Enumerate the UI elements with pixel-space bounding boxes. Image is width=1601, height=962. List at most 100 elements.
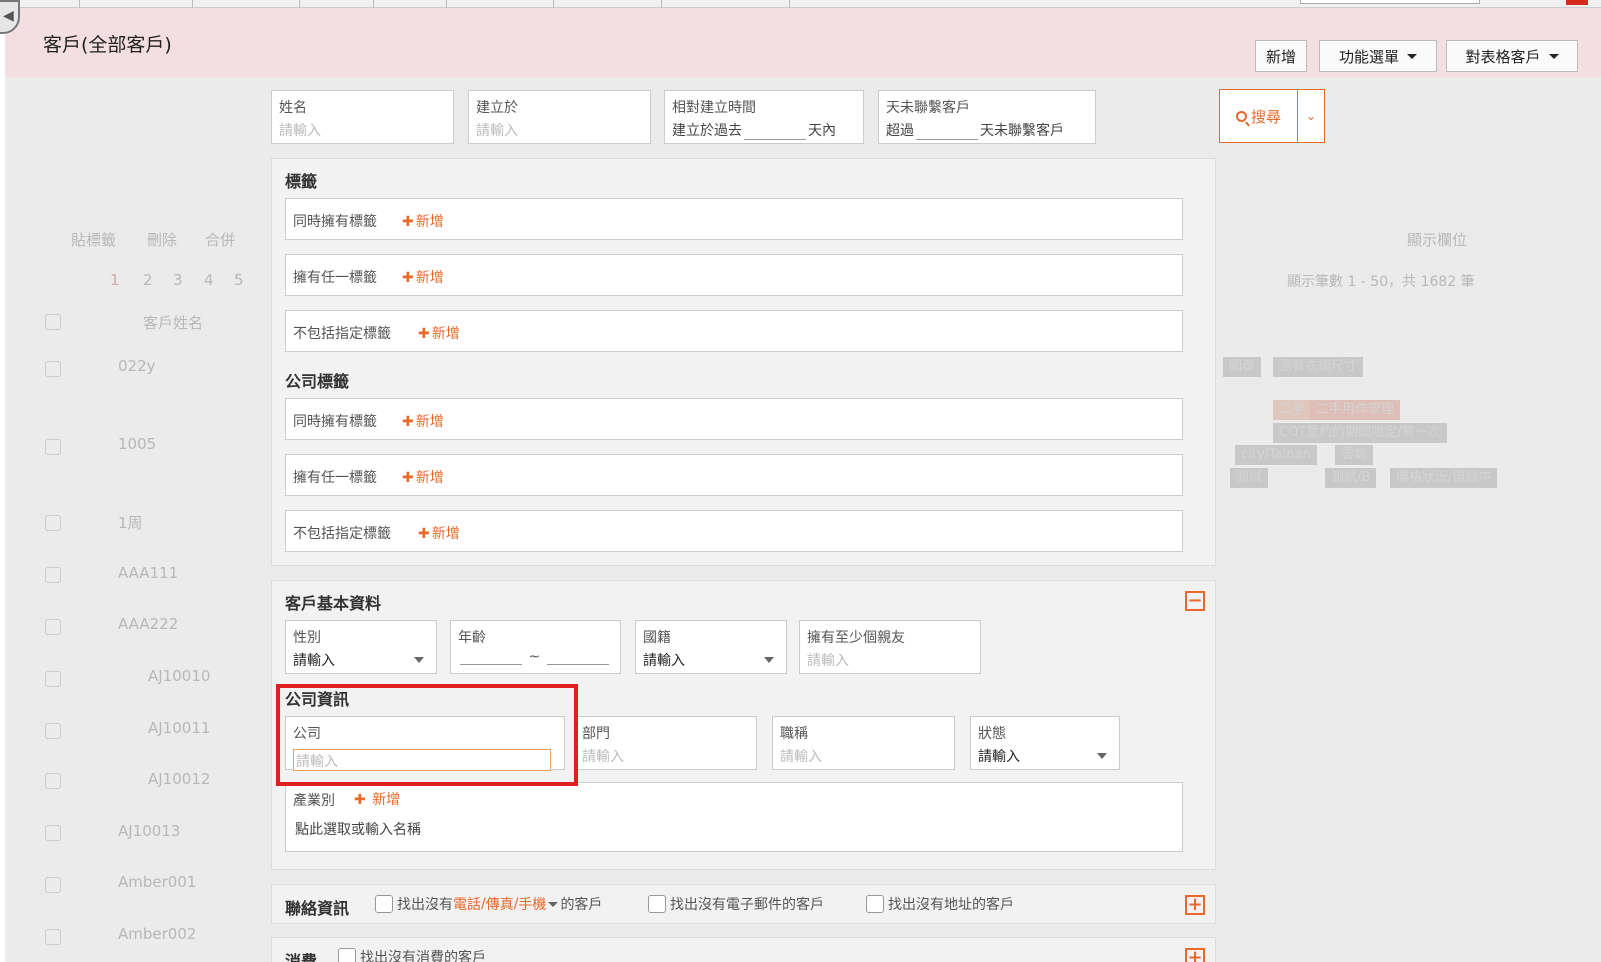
industry-filter[interactable]: 產業別 ✚ 新增 點此選取或輸入名稱 — [285, 782, 1183, 852]
add-button-label: 新增 — [1266, 47, 1297, 66]
job-title-filter[interactable]: 職稱 請輸入 — [772, 716, 955, 770]
add-tag-label: 新增 — [415, 470, 444, 486]
age-min-input[interactable] — [460, 651, 522, 665]
caret-down-icon — [1407, 53, 1417, 59]
basic-info-title: 客戶基本資料 — [285, 594, 382, 613]
add-tag-link[interactable]: ✚ 新增 — [402, 267, 444, 287]
plus-icon: ✚ — [402, 470, 414, 486]
tag-row-label: 擁有任一標籤 — [293, 270, 377, 286]
no-spending-checkbox[interactable] — [338, 948, 356, 962]
company-tag-row-exclude[interactable]: 不包括指定標籤 ✚ 新增 — [285, 510, 1183, 552]
no-phone-option[interactable]: 找出沒有 電話 / 傳真 / 手機 的客戶 — [375, 894, 602, 914]
add-tag-link[interactable]: ✚ 新增 — [402, 467, 444, 487]
add-tag-label: 新增 — [415, 214, 444, 230]
mobile-option[interactable]: 手機 — [518, 894, 546, 914]
function-menu-button[interactable]: 功能選單 — [1319, 40, 1437, 72]
company-tag-row-any[interactable]: 擁有任一標籤 ✚ 新增 — [285, 454, 1183, 496]
caret-down-icon[interactable] — [548, 901, 559, 907]
tag-row-exclude[interactable]: 不包括指定標籤 ✚ 新增 — [285, 310, 1183, 352]
compare-customers-button[interactable]: 對表格客戶 — [1446, 40, 1578, 72]
industry-label: 產業別 — [293, 793, 335, 809]
created-filter[interactable]: 建立於 請輸入 — [468, 90, 651, 144]
department-label: 部門 — [582, 726, 610, 742]
search-button-group: 搜尋 ⌄ — [1219, 89, 1325, 143]
department-input[interactable]: 請輸入 — [582, 746, 624, 766]
name-filter-label: 姓名 — [279, 100, 307, 116]
job-title-input[interactable]: 請輸入 — [780, 746, 822, 766]
nationality-select[interactable]: 國籍 請輸入 — [635, 620, 787, 674]
relative-created-row: 建立於過去 天內 — [672, 120, 836, 140]
search-label: 搜尋 — [1250, 107, 1281, 126]
gender-value: 請輸入 — [293, 653, 335, 669]
add-button[interactable]: 新增 — [1255, 40, 1307, 72]
add-tag-link[interactable]: ✚ 新增 — [418, 323, 460, 343]
top-search-box[interactable] — [1300, 0, 1480, 4]
caret-down-icon — [764, 657, 774, 663]
tags-section: 標籤 同時擁有標籤 ✚ 新增 擁有任一標籤 ✚ 新增 不包括指定標籤 ✚ 新增 公司標… — [271, 158, 1216, 566]
no-phone-prefix: 找出沒有 — [397, 897, 453, 913]
department-filter[interactable]: 部門 請輸入 — [574, 716, 757, 770]
phone-option[interactable]: 電話 — [453, 894, 481, 914]
caret-down-icon — [414, 657, 424, 663]
add-tag-link[interactable]: ✚ 新增 — [402, 211, 444, 231]
relative-days-input[interactable] — [744, 126, 806, 140]
collapse-icon: ◀ — [3, 8, 14, 24]
spending-title: 消費 — [285, 952, 318, 962]
top-red-button[interactable] — [1566, 0, 1588, 5]
age-range[interactable]: 年齡 ~ — [450, 620, 621, 674]
add-industry-link[interactable]: ✚ 新增 — [354, 789, 400, 809]
no-email-label: 找出沒有電子郵件的客戶 — [670, 897, 824, 913]
age-max-input[interactable] — [546, 651, 609, 665]
page-header: 客戶(全部客戶) 新增 功能選單 對表格客戶 — [5, 8, 1601, 77]
tag-row-label: 不包括指定標籤 — [293, 526, 391, 542]
add-tag-link[interactable]: ✚ 新增 — [402, 411, 444, 431]
expand-section-icon[interactable]: + — [1185, 895, 1205, 915]
spending-section: 消費 找出沒有消費的客戶 + — [271, 937, 1216, 962]
name-filter[interactable]: 姓名 請輸入 — [271, 90, 454, 144]
created-filter-input[interactable]: 請輸入 — [476, 120, 518, 140]
search-dropdown-button[interactable]: ⌄ — [1298, 90, 1324, 142]
relative-created-label: 相對建立時間 — [672, 100, 756, 116]
no-contact-days-input[interactable] — [916, 126, 978, 140]
search-button[interactable]: 搜尋 — [1220, 90, 1298, 142]
top-strip — [0, 0, 1601, 8]
no-phone-suffix: 的客戶 — [560, 897, 603, 913]
industry-input[interactable]: 點此選取或輸入名稱 — [295, 819, 421, 839]
no-phone-checkbox[interactable] — [375, 895, 393, 913]
collapse-section-icon[interactable]: − — [1185, 591, 1205, 611]
no-email-option[interactable]: 找出沒有電子郵件的客戶 — [648, 894, 824, 914]
status-select[interactable]: 狀態 請輸入 — [970, 716, 1120, 770]
friends-input[interactable]: 請輸入 — [807, 650, 849, 670]
compare-customers-label: 對表格客戶 — [1465, 47, 1541, 66]
nationality-value: 請輸入 — [643, 653, 685, 669]
tag-row-label: 擁有任一標籤 — [293, 470, 377, 486]
add-tag-label: 新增 — [431, 526, 460, 542]
expand-section-icon[interactable]: + — [1185, 948, 1205, 962]
tag-row-all[interactable]: 同時擁有標籤 ✚ 新增 — [285, 198, 1183, 240]
no-contact-prefix: 超過 — [886, 123, 914, 139]
age-range-row: ~ — [458, 649, 611, 665]
contact-title: 聯絡資訊 — [285, 899, 350, 918]
search-icon — [1235, 110, 1247, 122]
fax-option[interactable]: 傳真 — [486, 894, 514, 914]
gender-select[interactable]: 性別 請輸入 — [285, 620, 437, 674]
no-address-checkbox[interactable] — [866, 895, 884, 913]
relative-created-filter[interactable]: 相對建立時間 建立於過去 天內 — [664, 90, 864, 144]
no-email-checkbox[interactable] — [648, 895, 666, 913]
status-value: 請輸入 — [978, 749, 1020, 765]
age-sep: ~ — [528, 649, 541, 665]
tag-row-label: 同時擁有標籤 — [293, 214, 377, 230]
friends-filter[interactable]: 擁有至少個親友 請輸入 — [799, 620, 981, 674]
no-address-label: 找出沒有地址的客戶 — [888, 897, 1014, 913]
add-tag-link[interactable]: ✚ 新增 — [418, 523, 460, 543]
name-filter-input[interactable]: 請輸入 — [279, 120, 321, 140]
tag-row-any[interactable]: 擁有任一標籤 ✚ 新增 — [285, 254, 1183, 296]
company-tag-row-all[interactable]: 同時擁有標籤 ✚ 新增 — [285, 398, 1183, 440]
no-contact-filter[interactable]: 天未聯繫客戶 超過 天未聯繫客戶 — [878, 90, 1096, 144]
no-spending-option[interactable]: 找出沒有消費的客戶 — [338, 947, 486, 962]
no-address-option[interactable]: 找出沒有地址的客戶 — [866, 894, 1014, 914]
age-label: 年齡 — [458, 630, 486, 646]
friends-label: 擁有至少個親友 — [807, 630, 905, 646]
status-label: 狀態 — [978, 726, 1006, 742]
tag-row-label: 同時擁有標籤 — [293, 414, 377, 430]
